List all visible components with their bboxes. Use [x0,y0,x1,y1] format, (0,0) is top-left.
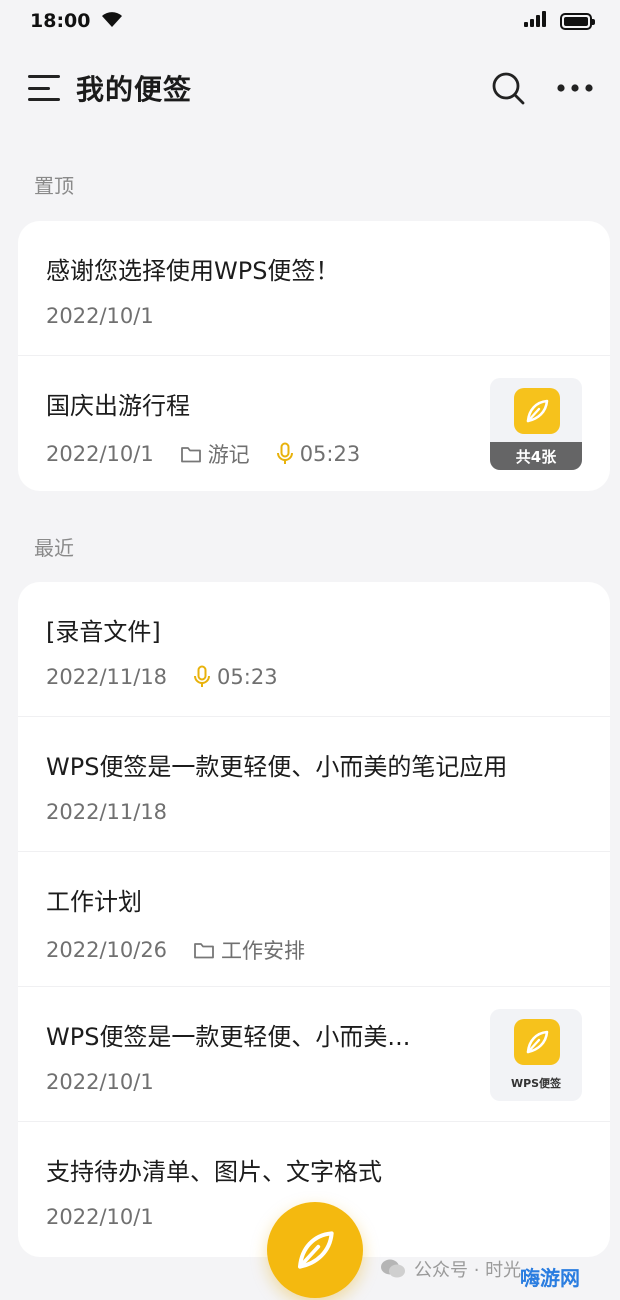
site-watermark-text: 嗨游网 [520,1266,580,1290]
section-label-recent: 最近 [34,536,74,560]
site-watermark: 嗨游网 [520,1262,580,1291]
note-thumbnail[interactable]: WPS便签 [490,1009,582,1101]
recent-card: [录音文件] 2022/11/18 05:23 WPS便签是一款更轻便、小而美的… [18,582,610,1257]
search-icon[interactable] [490,70,526,106]
note-date: 2022/10/1 [46,442,154,466]
menu-icon[interactable] [28,75,60,101]
folder-icon [180,447,201,463]
microphone-icon [194,665,211,687]
note-item[interactable]: 工作计划 2022/10/26 工作安排 [18,852,610,987]
note-item[interactable]: 国庆出游行程 2022/10/1 游记 05:23 共4张 [18,356,610,491]
status-time: 18:00 [30,10,91,32]
note-date: 2022/11/18 [46,665,168,689]
note-audio: 05:23 [193,665,278,689]
watermark-text: 公众号 · 时光 [414,1260,522,1281]
section-label-pinned: 置顶 [34,174,74,198]
battery-icon [560,12,595,30]
status-left: 18:00 [30,10,124,32]
status-bar: 18:00 [0,0,620,42]
note-meta: 2022/10/1 [46,304,582,328]
image-count-badge: 共4张 [490,442,582,470]
note-title: WPS便签是一款更轻便、小而美的笔记应用 [46,753,508,781]
note-title: 支持待办清单、图片、文字格式 [46,1158,382,1186]
page-title: 我的便签 [76,73,193,106]
app-header: 我的便签 [0,60,620,116]
note-item[interactable]: [录音文件] 2022/11/18 05:23 [18,582,610,717]
note-date: 2022/11/18 [46,800,168,824]
note-title: 工作计划 [46,888,142,916]
folder-name: 游记 [207,443,250,467]
thumbnail-caption: WPS便签 [510,1077,562,1090]
audio-duration: 05:23 [299,442,361,466]
status-right [524,11,595,31]
folder-icon [194,943,214,959]
note-date: 2022/10/26 [46,938,168,962]
folder-name: 工作安排 [221,939,306,963]
note-meta: 2022/11/18 05:23 [46,665,582,689]
note-date: 2022/10/1 [46,1205,154,1229]
more-icon[interactable] [556,83,594,93]
wechat-icon [381,1259,405,1278]
feather-icon [298,1231,334,1269]
microphone-icon [276,442,293,464]
note-item[interactable]: 感谢您选择使用WPS便签！ 2022/10/1 [18,221,610,356]
audio-duration: 05:23 [217,665,278,689]
note-audio: 05:23 [276,442,361,466]
note-meta: 2022/10/26 工作安排 [46,935,582,965]
note-folder: 游记 [180,439,250,469]
note-date: 2022/10/1 [46,1070,154,1094]
feather-icon [514,1019,560,1065]
note-thumbnail[interactable]: 共4张 [490,378,582,470]
note-item[interactable]: WPS便签是一款更轻便、小而美的笔记应用 2022/11/18 [18,717,610,852]
note-title: 感谢您选择使用WPS便签！ [46,257,340,285]
new-note-button[interactable] [267,1202,363,1298]
pinned-card: 感谢您选择使用WPS便签！ 2022/10/1 国庆出游行程 2022/10/1… [18,221,610,491]
note-item[interactable]: WPS便签是一款更轻便、小而美... 2022/10/1 WPS便签 [18,987,610,1122]
wifi-icon [100,10,124,32]
signal-icon [524,11,548,31]
note-title: [录音文件] [46,618,161,646]
header-actions [490,70,594,106]
note-date: 2022/10/1 [46,304,154,328]
feather-icon [514,388,560,434]
watermark: 公众号 · 时光 [380,1256,521,1282]
note-folder: 工作安排 [193,935,305,965]
note-meta: 2022/11/18 [46,800,582,824]
